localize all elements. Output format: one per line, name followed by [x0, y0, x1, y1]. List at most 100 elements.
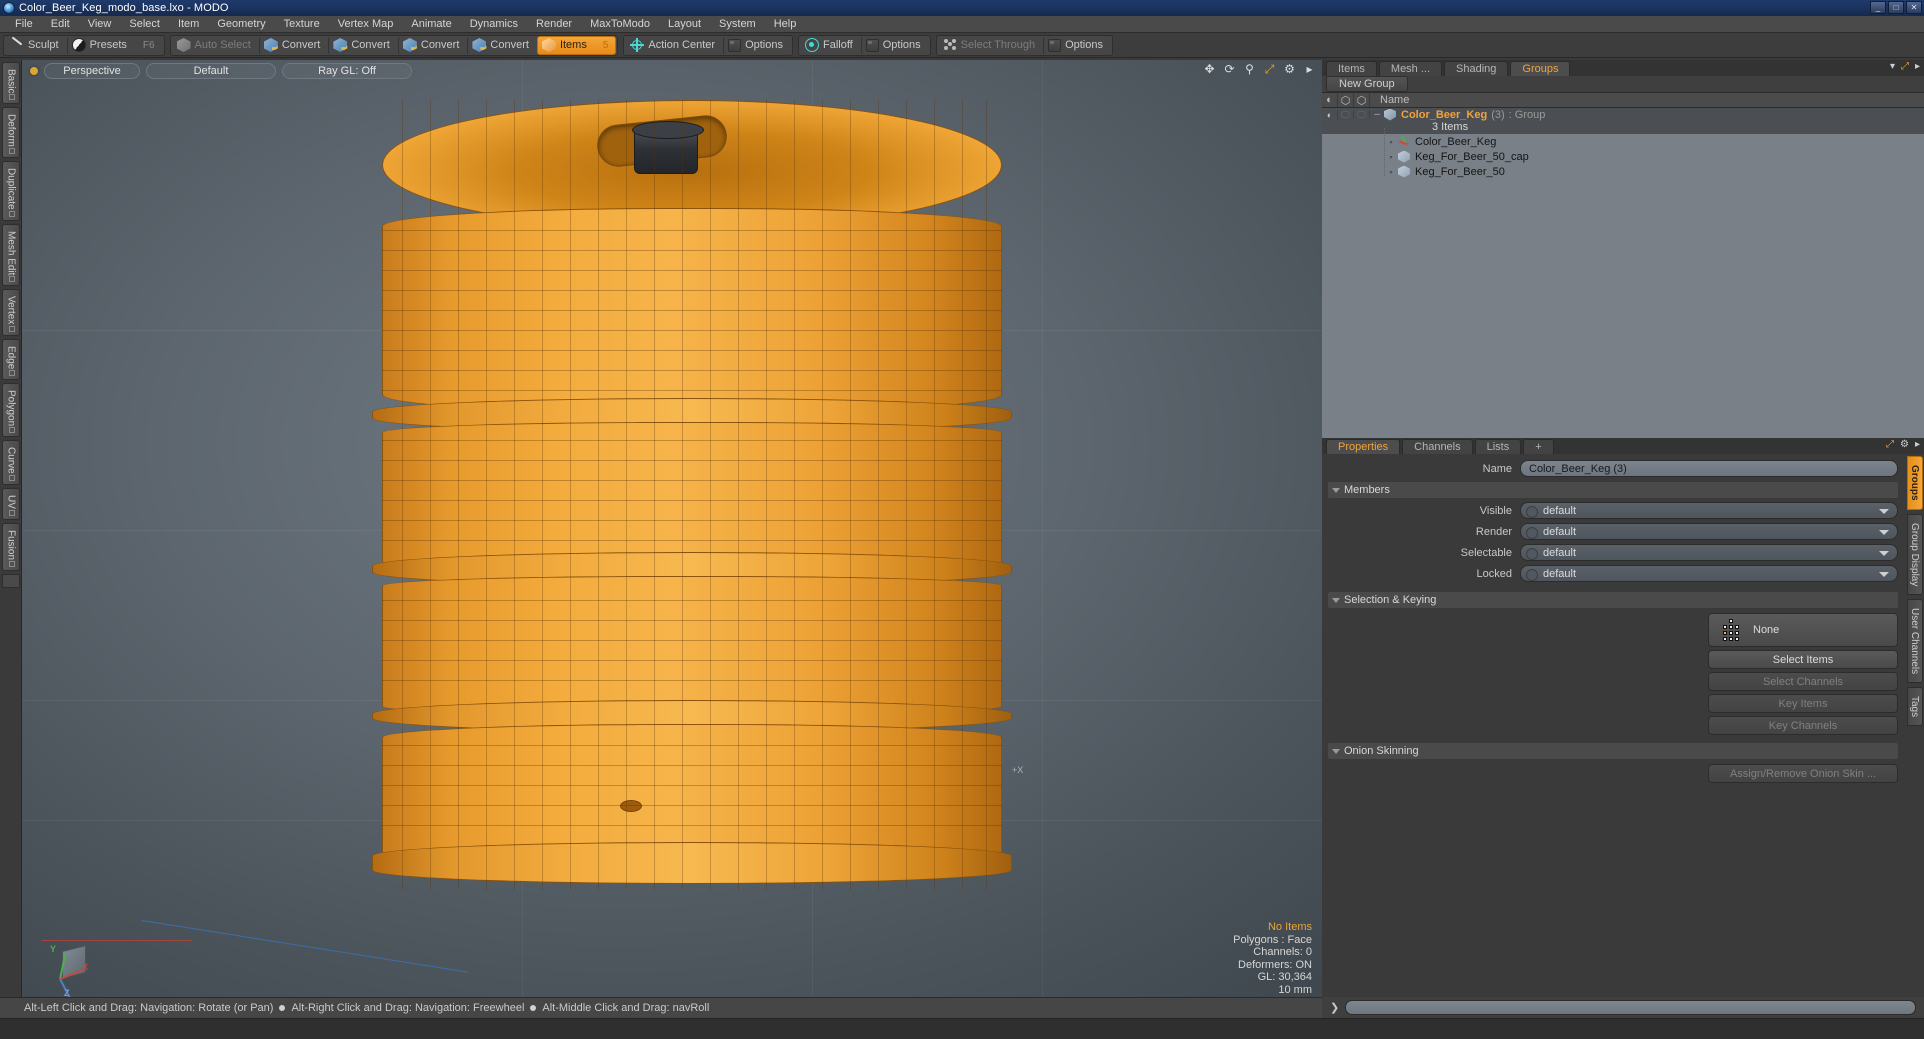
right-panel-tab-groups[interactable]: Groups [1510, 61, 1571, 76]
toolbar-button-options[interactable]: Options [723, 35, 791, 55]
left-tabs-extra-button[interactable] [1, 573, 20, 589]
group-render-toggle[interactable] [1338, 111, 1354, 118]
properties-tab-channels[interactable]: Channels [1402, 439, 1473, 454]
toolbar-button-convert[interactable]: Convert [258, 35, 329, 55]
right-panel-tab-mesh[interactable]: Mesh ... [1378, 61, 1443, 76]
maximize-icon[interactable]: ⤢ [1901, 61, 1909, 72]
left-tab-duplicate[interactable]: Duplicate [1, 161, 20, 221]
visible-dropdown[interactable]: default [1520, 502, 1898, 519]
toolbar-button-convert[interactable]: Convert [467, 35, 537, 55]
right-panel-tab-items[interactable]: Items [1326, 61, 1377, 76]
properties-tab-lists[interactable]: Lists [1474, 439, 1522, 454]
gear-icon[interactable]: ⚙ [1283, 63, 1296, 76]
right-vtab-tags[interactable]: Tags [1907, 687, 1923, 727]
render-dropdown[interactable]: default [1520, 523, 1898, 540]
right-vtab-user-channels[interactable]: User Channels [1907, 598, 1923, 684]
toolbar-button-options[interactable]: Options [860, 35, 929, 55]
toolbar-button-options[interactable]: Options [1043, 35, 1111, 55]
command-input[interactable] [1345, 1000, 1916, 1015]
left-tab-vertex[interactable]: Vertex [1, 289, 20, 336]
properties-tab-properties[interactable]: Properties [1326, 439, 1401, 454]
shade-icon[interactable]: ⬡ [1354, 93, 1370, 107]
toolbar-button-presets[interactable]: Presets F6 [66, 35, 163, 55]
select-items-button[interactable]: Select Items [1708, 650, 1898, 669]
group-tree[interactable]: ◐ – Color_Beer_Keg (3): Group 3 Items ▪ Color_… [1322, 108, 1924, 446]
toolbar-button-falloff[interactable]: Falloff [800, 36, 861, 55]
projection-selector[interactable]: Perspective [44, 63, 140, 79]
maximize-icon[interactable]: ⤢ [1886, 439, 1894, 450]
group-shade-toggle[interactable] [1354, 111, 1370, 118]
chevron-right-icon[interactable]: ▸ [1915, 61, 1920, 72]
menu-item-animate[interactable]: Animate [402, 17, 460, 31]
selection-set-picker[interactable]: None [1708, 613, 1898, 647]
close-button[interactable]: ✕ [1906, 1, 1922, 14]
tree-expand-toggle[interactable]: – [1370, 109, 1384, 120]
move-icon[interactable]: ✥ [1203, 63, 1216, 76]
maximize-button[interactable]: □ [1888, 1, 1904, 14]
left-tab-mesh-edit[interactable]: Mesh Edit [1, 223, 20, 287]
assign-remove-onion-skin-button[interactable]: Assign/Remove Onion Skin ... [1708, 764, 1898, 783]
left-tab-fusion[interactable]: Fusion [1, 522, 20, 571]
chevron-right-icon[interactable]: ▸ [1303, 63, 1316, 76]
section-selection-keying[interactable]: Selection & Keying [1328, 592, 1898, 608]
shading-selector[interactable]: Default [146, 63, 276, 79]
tree-row-item[interactable]: ▪ Keg_For_Beer_50 [1322, 164, 1924, 179]
maximize-icon[interactable]: ⤢ [1263, 63, 1276, 76]
menu-item-render[interactable]: Render [527, 17, 581, 31]
menu-item-select[interactable]: Select [120, 17, 169, 31]
name-field[interactable]: Color_Beer_Keg (3) [1520, 460, 1898, 477]
select-through-icon [943, 38, 957, 52]
toolbar-button-action-center[interactable]: Action Center [625, 36, 723, 55]
toolbar-button-sculpt[interactable]: Sculpt [5, 36, 67, 55]
select-channels-button[interactable]: Select Channels [1708, 672, 1898, 691]
locked-dropdown[interactable]: default [1520, 565, 1898, 582]
menu-item-file[interactable]: File [6, 17, 42, 31]
toolbar-button-items[interactable]: Items 5 [536, 35, 617, 55]
beer-keg-model[interactable] [372, 100, 1012, 890]
viewport-menu-dot[interactable] [30, 67, 38, 75]
menu-item-view[interactable]: View [79, 17, 121, 31]
properties-tab-[interactable]: + [1523, 439, 1554, 454]
raygl-toggle[interactable]: Ray GL: Off [282, 63, 412, 79]
render-icon[interactable]: ⬡ [1338, 93, 1354, 107]
menu-item-system[interactable]: System [710, 17, 765, 31]
menu-item-help[interactable]: Help [765, 17, 806, 31]
menu-item-dynamics[interactable]: Dynamics [461, 17, 527, 31]
eye-icon[interactable]: ◐ [1322, 93, 1338, 107]
tree-row-group[interactable]: ◐ – Color_Beer_Keg (3): Group 3 Items [1322, 108, 1924, 134]
left-tab-edge[interactable]: Edge [1, 338, 20, 381]
3d-viewport[interactable]: Perspective Default Ray GL: Off ✥ ⟳ ⚲ ⤢ … [22, 60, 1322, 1018]
key-channels-button[interactable]: Key Channels [1708, 716, 1898, 735]
tree-row-item[interactable]: ▪ Keg_For_Beer_50_cap [1322, 149, 1924, 164]
tree-row-item[interactable]: ▪ Color_Beer_Keg [1322, 134, 1924, 149]
left-tab-uv[interactable]: UV [1, 487, 20, 520]
group-visible-toggle[interactable]: ◐ [1322, 109, 1338, 120]
menu-item-item[interactable]: Item [169, 17, 208, 31]
menu-item-vertex-map[interactable]: Vertex Map [329, 17, 403, 31]
selectable-value: default [1543, 546, 1577, 559]
right-vtab-groups[interactable]: Groups [1907, 456, 1923, 510]
left-tab-polygon[interactable]: Polygon [1, 383, 20, 438]
selectable-dropdown[interactable]: default [1520, 544, 1898, 561]
zoom-icon[interactable]: ⚲ [1243, 63, 1256, 76]
menu-item-edit[interactable]: Edit [42, 17, 79, 31]
new-group-button[interactable]: New Group [1326, 76, 1408, 92]
chevron-down-icon[interactable]: ▾ [1890, 61, 1895, 72]
toolbar-button-convert[interactable]: Convert [397, 35, 468, 55]
section-members[interactable]: Members [1328, 482, 1898, 498]
rotate-icon[interactable]: ⟳ [1223, 63, 1236, 76]
right-vtab-group-display[interactable]: Group Display [1907, 513, 1923, 595]
property-row-render: Render default [1322, 521, 1924, 542]
toolbar-button-convert[interactable]: Convert [328, 35, 398, 55]
menu-item-layout[interactable]: Layout [659, 17, 710, 31]
section-onion-skinning[interactable]: Onion Skinning [1328, 743, 1898, 759]
left-tab-deform[interactable]: Deform [1, 107, 20, 159]
menu-item-texture[interactable]: Texture [275, 17, 329, 31]
menu-item-geometry[interactable]: Geometry [208, 17, 274, 31]
key-items-button[interactable]: Key Items [1708, 694, 1898, 713]
left-tab-basic[interactable]: Basic [1, 62, 20, 105]
right-panel-tab-shading[interactable]: Shading [1444, 61, 1509, 76]
menu-item-maxtomodo[interactable]: MaxToModo [581, 17, 659, 31]
left-tab-curve[interactable]: Curve [1, 440, 20, 485]
minimize-button[interactable]: _ [1870, 1, 1886, 14]
